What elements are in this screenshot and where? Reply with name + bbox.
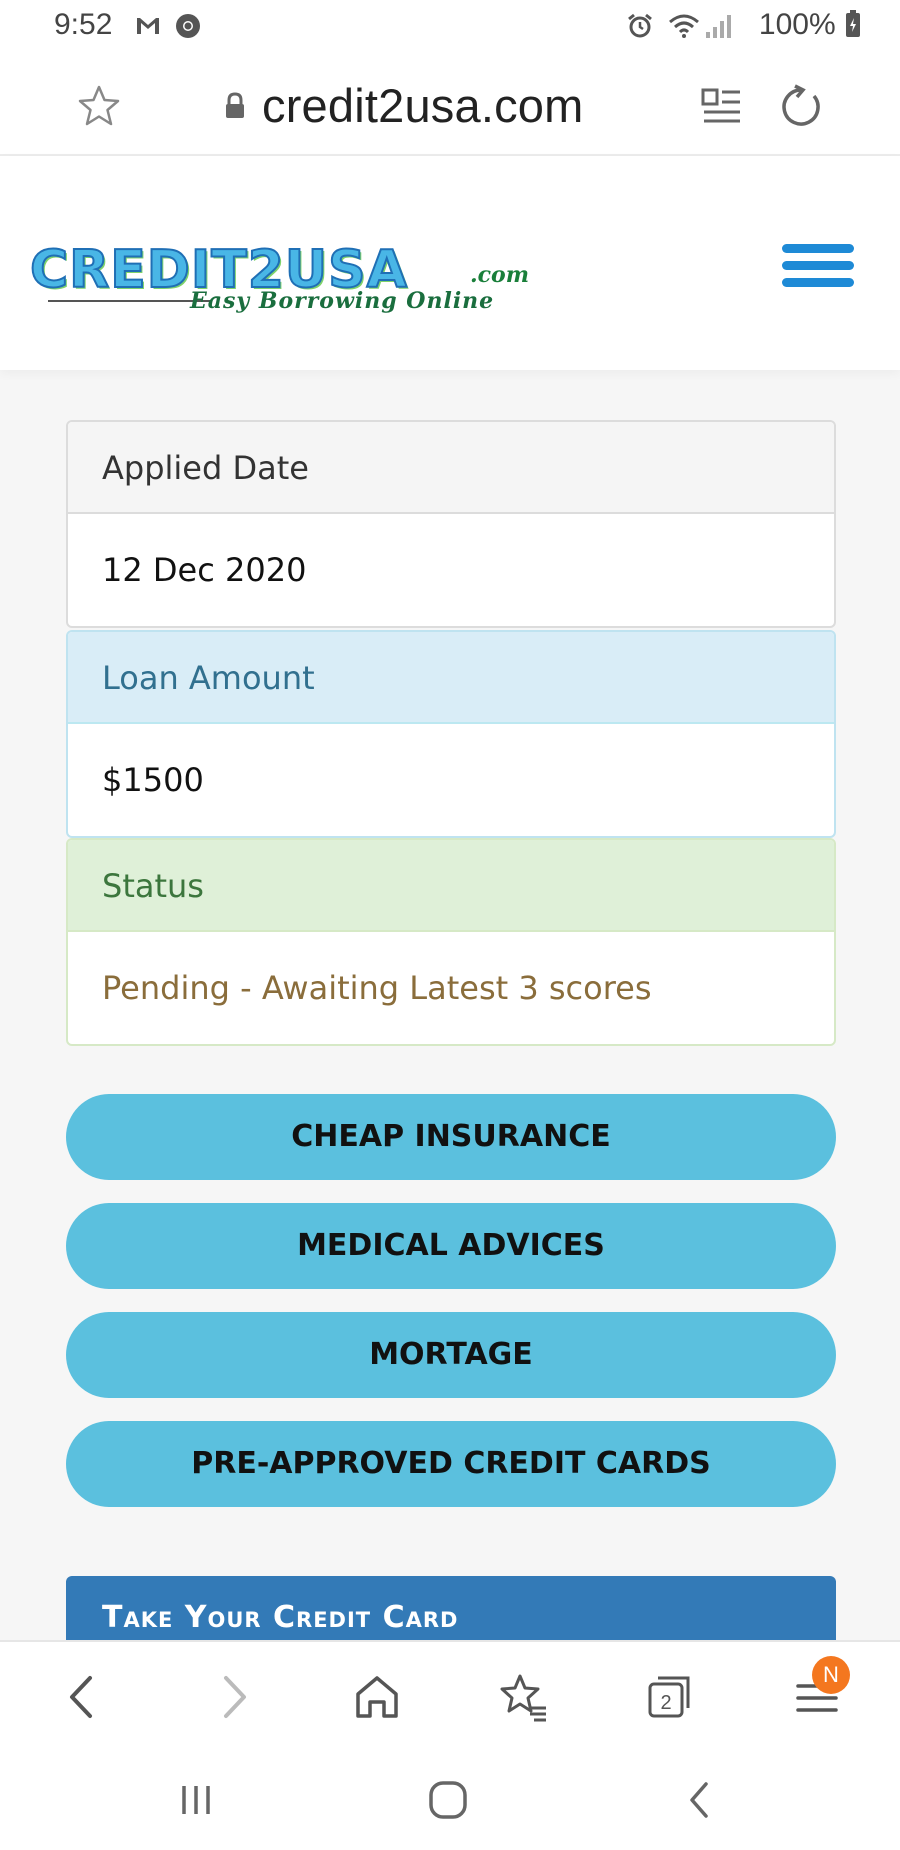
tab-count: 2 — [660, 1692, 671, 1714]
chrome-icon — [176, 14, 200, 38]
forward-icon[interactable] — [206, 1670, 260, 1724]
medical-advices-button[interactable]: MEDICAL ADVICES — [66, 1203, 836, 1289]
wifi-icon — [669, 14, 699, 38]
loan-amount-value: $1500 — [102, 761, 204, 799]
site-header: CREDIT2USA .com Easy Borrowing Online — [0, 156, 900, 370]
battery-icon — [846, 10, 860, 37]
recents-icon[interactable] — [174, 1778, 218, 1822]
tabs-icon[interactable]: 2 — [642, 1670, 696, 1724]
bookmarks-icon[interactable] — [496, 1670, 550, 1724]
star-icon[interactable] — [76, 83, 122, 129]
logo-underline — [48, 300, 210, 302]
status-panel: Status Pending - Awaiting Latest 3 score… — [66, 838, 836, 1046]
back-nav-icon[interactable] — [678, 1778, 722, 1822]
browser-bottom-toolbar: 2 N — [0, 1640, 900, 1750]
applied-date-value: 12 Dec 2020 — [102, 551, 307, 589]
panel-heading: Loan Amount — [68, 632, 834, 724]
cheap-insurance-button[interactable]: CHEAP INSURANCE — [66, 1094, 836, 1180]
menu-notification-badge: N — [812, 1656, 850, 1694]
android-nav-bar — [0, 1750, 900, 1850]
reload-icon[interactable] — [778, 84, 824, 130]
hamburger-menu-icon[interactable] — [782, 244, 854, 294]
home-icon[interactable] — [350, 1670, 404, 1724]
signal-icon — [706, 15, 731, 38]
browser-address-bar: credit2usa.com — [0, 52, 900, 156]
status-bar: 9:52 100% — [0, 0, 900, 52]
panel-heading: Applied Date — [68, 422, 834, 514]
mortgage-button[interactable]: MORTAGE — [66, 1312, 836, 1398]
lock-icon — [226, 92, 244, 118]
banner-title: Take Your Credit Card — [102, 1600, 459, 1635]
pre-approved-credit-cards-button[interactable]: PRE-APPROVED CREDIT CARDS — [66, 1421, 836, 1507]
battery-percent: 100% — [759, 8, 862, 42]
status-time: 9:52 — [54, 8, 113, 41]
panel-heading: Status — [68, 840, 834, 932]
applied-date-panel: Applied Date 12 Dec 2020 — [66, 420, 836, 628]
back-icon[interactable] — [56, 1670, 110, 1724]
alarm-icon — [628, 13, 652, 38]
home-circle-icon[interactable] — [426, 1778, 470, 1822]
status-value: Pending - Awaiting Latest 3 scores — [102, 969, 652, 1007]
reader-mode-icon[interactable] — [700, 84, 744, 128]
logo-tagline: Easy Borrowing Online — [190, 288, 495, 314]
site-logo[interactable]: CREDIT2USA .com Easy Borrowing Online — [29, 239, 540, 320]
logo-domain: .com — [470, 262, 530, 288]
loan-amount-panel: Loan Amount $1500 — [66, 630, 836, 838]
gmail-icon — [137, 18, 159, 34]
url-text[interactable]: credit2usa.com — [262, 78, 584, 133]
